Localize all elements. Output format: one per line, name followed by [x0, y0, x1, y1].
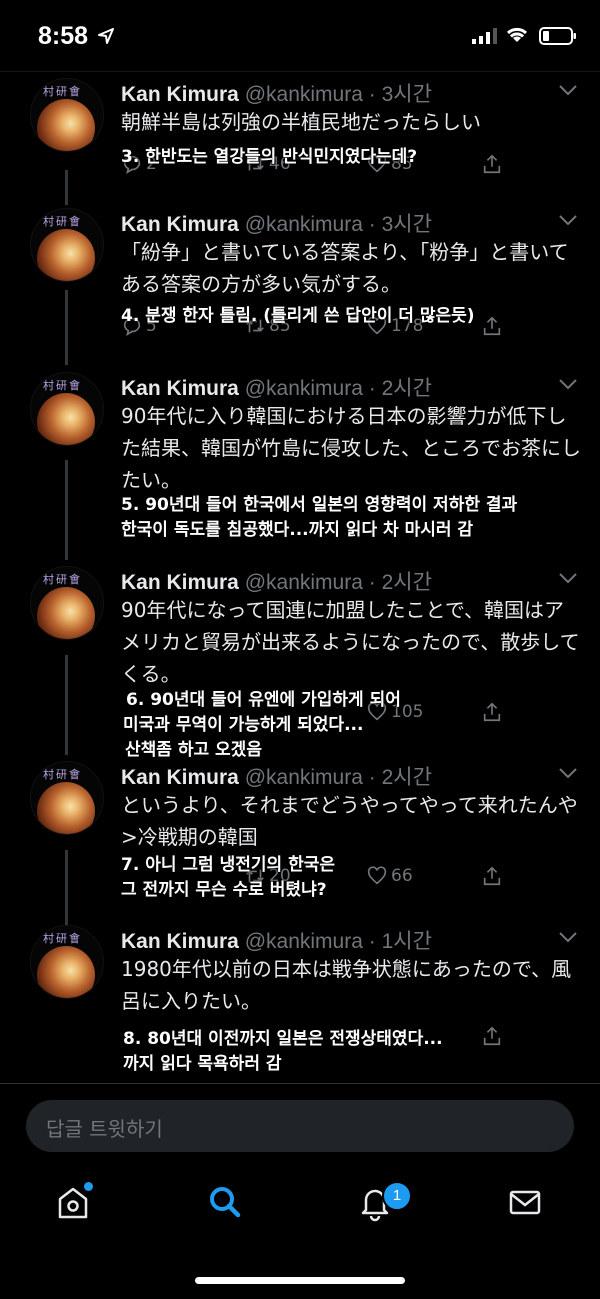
author-handle[interactable]: @kankimura: [245, 377, 363, 400]
tweet-text: 「紛争」と書いている答案より、「粉争」と書いてある答案の方が多い気がする。: [121, 240, 569, 296]
tweet[interactable]: 村研會 Kan Kimura @kankimura · 1시간 1980年代以前…: [0, 925, 600, 1075]
avatar[interactable]: 村研會: [30, 208, 104, 282]
overlay-caption: 5. 90년대 들어 한국에서 일본의 영향력이 저하한 결과: [121, 495, 518, 515]
like-button[interactable]: 66: [366, 865, 413, 887]
share-button[interactable]: [481, 865, 503, 887]
author-handle[interactable]: @kankimura: [245, 83, 363, 106]
status-time: 8:58: [38, 22, 89, 50]
overlay-caption: 7. 아니 그럼 냉전기의 한국은: [121, 855, 336, 875]
author-name[interactable]: Kan Kimura: [121, 83, 239, 106]
tweet-time: 3시간: [381, 213, 432, 236]
tweet-text: 90年代に入り韓国における日本の影響力が低下した結果、韓国が竹島に侵攻した、とこ…: [121, 404, 581, 492]
tweet-time: 3시간: [381, 83, 432, 106]
tab-search[interactable]: [200, 1177, 250, 1227]
avatar[interactable]: 村研會: [30, 566, 104, 640]
tweet-header: Kan Kimura @kankimura · 1시간: [121, 930, 432, 953]
location-arrow-icon: [98, 28, 114, 44]
search-icon: [210, 1187, 241, 1218]
overlay-caption: 3. 한반도는 열강들의 반식민지였다는데?: [121, 147, 418, 167]
avatar[interactable]: 村研會: [30, 78, 104, 152]
new-content-dot: [84, 1182, 93, 1191]
author-handle[interactable]: @kankimura: [245, 571, 363, 594]
tab-messages[interactable]: [500, 1177, 550, 1227]
share-icon: [483, 154, 501, 174]
tweet-time: 2시간: [381, 571, 432, 594]
top-divider: [0, 71, 600, 72]
tweet-text: というより、それまでどうやってやって来れたんや>冷戦期の韓国: [121, 793, 578, 849]
reply-input[interactable]: 답글 트윗하기: [26, 1100, 574, 1152]
share-icon: [483, 1026, 501, 1046]
status-bar: 8:58: [0, 0, 600, 70]
overlay-caption: 미국과 무역이 가능하게 되었다...: [123, 715, 364, 735]
author-handle[interactable]: @kankimura: [245, 930, 363, 953]
reply-placeholder: 답글 트윗하기: [46, 1117, 163, 1141]
tweet-time: 1시간: [381, 930, 432, 953]
tweet-header: Kan Kimura @kankimura · 2시간: [121, 377, 432, 400]
chevron-down-icon[interactable]: [558, 931, 578, 943]
avatar[interactable]: 村研會: [30, 372, 104, 446]
author-name[interactable]: Kan Kimura: [121, 766, 239, 789]
author-name[interactable]: Kan Kimura: [121, 930, 239, 953]
cellular-signal-icon: [472, 28, 497, 44]
tweet-text: 1980年代以前の日本は戦争状態にあったので、風呂に入りたい。: [121, 957, 572, 1013]
overlay-caption: 한국이 독도를 침공했다...까지 읽다 차 마시러 감: [121, 520, 474, 540]
tweet[interactable]: 村研會 Kan Kimura @kankimura · 3시간 「紛争」と書いて…: [0, 208, 600, 358]
home-indicator[interactable]: [195, 1277, 405, 1284]
tweet-text: 朝鮮半島は列強の半植民地だったらしい: [121, 110, 481, 134]
chevron-down-icon[interactable]: [558, 767, 578, 779]
tweet[interactable]: 村研會 Kan Kimura @kankimura · 2시간 90年代に入り韓…: [0, 372, 600, 552]
overlay-caption: 그 전까지 무슨 수로 버텼냐?: [121, 880, 327, 900]
share-icon: [483, 316, 501, 336]
tweet[interactable]: 村研會 Kan Kimura @kankimura · 2시간 90年代になって…: [0, 566, 600, 760]
tweet[interactable]: 村研會 Kan Kimura @kankimura · 3시간 朝鮮半島は列強の…: [0, 78, 600, 188]
tweet-time: 2시간: [381, 766, 432, 789]
share-icon: [483, 866, 501, 886]
bottom-divider: [0, 1083, 600, 1084]
tweet-header: Kan Kimura @kankimura · 2시간: [121, 571, 432, 594]
overlay-caption: 6. 90년대 들어 유엔에 가입하게 되어: [126, 690, 401, 710]
tweet[interactable]: 村研會 Kan Kimura @kankimura · 2시간 というより、それ…: [0, 761, 600, 901]
notification-badge: 1: [382, 1181, 412, 1211]
author-name[interactable]: Kan Kimura: [121, 571, 239, 594]
chevron-down-icon[interactable]: [558, 378, 578, 390]
overlay-caption: 4. 분쟁 한자 틀림. (틀리게 쓴 답안이 더 많은듯): [121, 306, 475, 326]
mail-icon: [509, 1190, 541, 1215]
tweet-time: 2시간: [381, 377, 432, 400]
heart-icon: [367, 866, 387, 885]
avatar[interactable]: 村研會: [30, 925, 104, 999]
like-count: 66: [391, 866, 413, 886]
chevron-down-icon[interactable]: [558, 214, 578, 226]
share-button[interactable]: [481, 315, 503, 337]
battery-icon: [539, 27, 576, 45]
overlay-caption: 8. 80년대 이전까지 일본은 전쟁상태였다...: [123, 1029, 443, 1049]
tab-bar: [0, 1165, 600, 1245]
chevron-down-icon[interactable]: [558, 572, 578, 584]
share-button[interactable]: [481, 701, 503, 723]
author-handle[interactable]: @kankimura: [245, 213, 363, 236]
tweet-text: 90年代になって国連に加盟したことで、韓国はアメリカと貿易が出来るようになったの…: [121, 598, 580, 686]
chevron-down-icon[interactable]: [558, 84, 578, 96]
author-name[interactable]: Kan Kimura: [121, 377, 239, 400]
avatar[interactable]: 村研會: [30, 761, 104, 835]
author-handle[interactable]: @kankimura: [245, 766, 363, 789]
tweet-header: Kan Kimura @kankimura · 2시간: [121, 766, 432, 789]
share-icon: [483, 702, 501, 722]
overlay-caption: 까지 읽다 목욕하러 감: [123, 1054, 282, 1074]
share-button[interactable]: [481, 153, 503, 175]
wifi-icon: [506, 27, 528, 42]
tweet-header: Kan Kimura @kankimura · 3시간: [121, 213, 432, 236]
author-name[interactable]: Kan Kimura: [121, 213, 239, 236]
overlay-caption: 산책좀 하고 오겠음: [125, 740, 262, 760]
share-button[interactable]: [481, 1025, 503, 1047]
tweet-header: Kan Kimura @kankimura · 3시간: [121, 83, 432, 106]
